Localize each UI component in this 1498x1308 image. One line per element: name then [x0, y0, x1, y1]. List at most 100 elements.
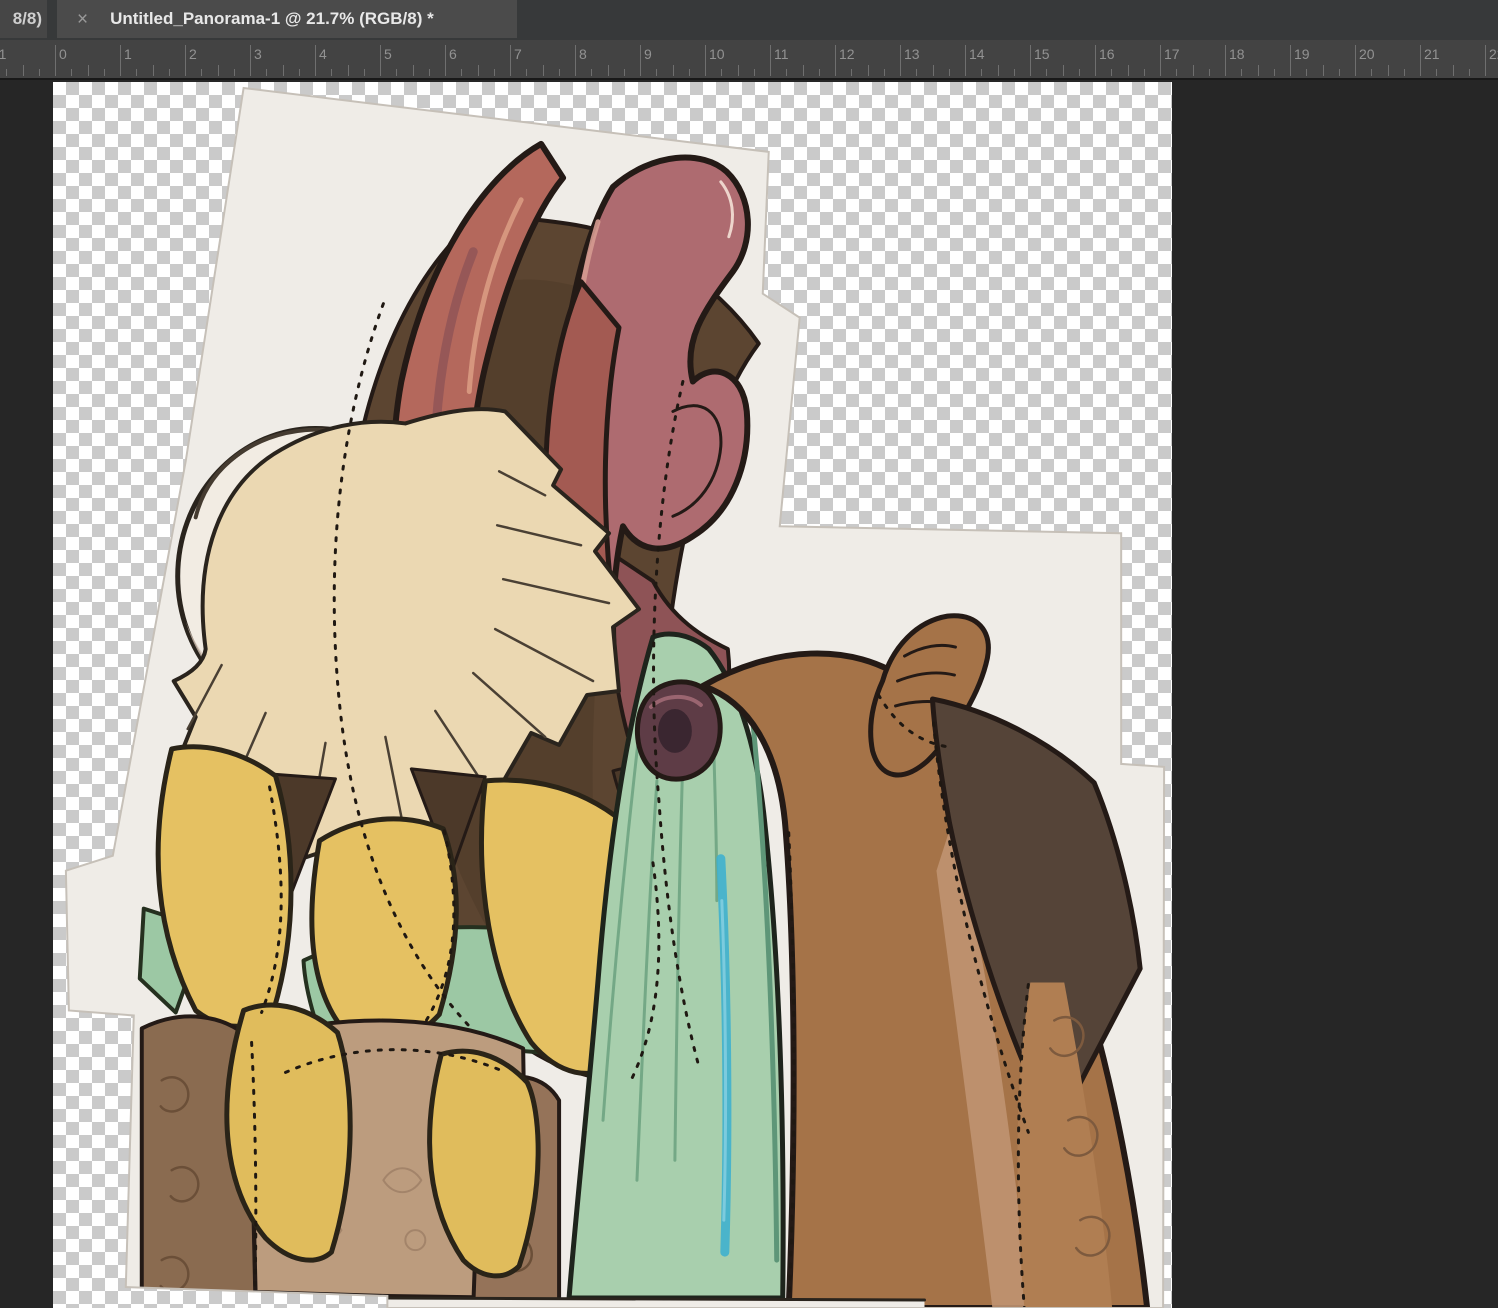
ruler-tick [315, 45, 316, 76]
panorama-artwork[interactable] [53, 82, 1172, 1308]
ruler-label: 15 [1034, 46, 1050, 62]
ruler-tick [1306, 69, 1307, 76]
ruler-label: 11 [774, 46, 789, 62]
ruler-tick [1323, 65, 1324, 76]
ruler-tick [1046, 69, 1047, 76]
ruler-tick [478, 65, 479, 76]
ruler-tick [689, 69, 690, 76]
ruler-tick [136, 69, 137, 76]
ruler-tick [299, 69, 300, 76]
ruler-tick [1469, 69, 1470, 76]
ruler-tick [364, 69, 365, 76]
canvas-area[interactable] [0, 82, 1498, 1308]
ruler-tick [673, 65, 674, 76]
ruler-tick [104, 69, 105, 76]
document-tab[interactable]: × Untitled_Panorama-1 @ 21.7% (RGB/8) * [57, 0, 517, 38]
ruler-tick [6, 69, 7, 76]
ruler-tick [510, 45, 511, 76]
ruler-tick [348, 65, 349, 76]
ruler-label: 10 [709, 46, 725, 62]
tab-bar: 8/8) × Untitled_Panorama-1 @ 21.7% (RGB/… [0, 0, 1498, 40]
ruler-tick [23, 65, 24, 76]
ruler-label: 14 [969, 46, 985, 62]
ruler-tick [1128, 65, 1129, 76]
ruler-label: 6 [449, 46, 457, 62]
ruler-tick [396, 69, 397, 76]
ruler-label: 1 [124, 46, 132, 62]
ruler-label: 19 [1294, 46, 1310, 62]
ruler-tick [656, 69, 657, 76]
ruler-tick [1209, 69, 1210, 76]
ruler-tick [526, 69, 527, 76]
ruler-tick [721, 69, 722, 76]
ruler-tick [71, 69, 72, 76]
ruler-label: 8 [579, 46, 587, 62]
ruler-tick [169, 69, 170, 76]
ruler-label: 13 [904, 46, 920, 62]
ruler-tick [591, 69, 592, 76]
ruler-tick [868, 65, 869, 76]
tab-title: Untitled_Panorama-1 @ 21.7% (RGB/8) * [110, 9, 434, 29]
ruler-tick [1014, 69, 1015, 76]
ruler-tick [1160, 45, 1161, 76]
ruler-tick [754, 69, 755, 76]
document-canvas[interactable] [53, 82, 1172, 1308]
ruler-tick [1144, 69, 1145, 76]
ruler-tick [250, 45, 251, 76]
ruler-tick [39, 69, 40, 76]
ruler-tick [981, 69, 982, 76]
ruler-tick [803, 65, 804, 76]
ruler-label: 17 [1164, 46, 1180, 62]
ruler-tick [1436, 69, 1437, 76]
ruler-tick [1095, 45, 1096, 76]
ruler-tick [201, 69, 202, 76]
horn-base-loop [637, 682, 720, 779]
ruler-tick [331, 69, 332, 76]
ruler-tick [1241, 69, 1242, 76]
ruler-tick [185, 45, 186, 76]
ruler-tick [608, 65, 609, 76]
ruler-label: 5 [384, 46, 392, 62]
ruler-tick [1453, 65, 1454, 76]
ruler-tick [559, 69, 560, 76]
ruler-tick [575, 45, 576, 76]
ruler-tick [819, 69, 820, 76]
ruler-tick [1339, 69, 1340, 76]
ruler-tick [1404, 69, 1405, 76]
ruler-label: 9 [644, 46, 652, 62]
tab-close-icon[interactable]: × [77, 10, 88, 29]
ruler-tick [88, 65, 89, 76]
ruler-tick [234, 69, 235, 76]
ruler-tick [1274, 69, 1275, 76]
ruler-tick [624, 69, 625, 76]
ruler-tick [949, 69, 950, 76]
ruler-tick [705, 45, 706, 76]
ruler-tick [120, 45, 121, 76]
document-tab-partial[interactable]: 8/8) [0, 0, 47, 38]
ruler-tick [413, 65, 414, 76]
ruler-tick [283, 65, 284, 76]
ruler-tick [461, 69, 462, 76]
ruler-tick [1290, 45, 1291, 76]
ruler-tick [429, 69, 430, 76]
ruler-label: 22 [1489, 46, 1498, 62]
ruler-label: 0 [59, 46, 67, 62]
ruler-tick [1111, 69, 1112, 76]
ruler-tick [55, 45, 56, 76]
ruler-label: 21 [1424, 46, 1440, 62]
ruler-tick [916, 69, 917, 76]
ruler-tick [1225, 45, 1226, 76]
ruler-label: 2 [189, 46, 197, 62]
ruler-tick [900, 45, 901, 76]
ruler-tick [738, 65, 739, 76]
ruler-tick [965, 45, 966, 76]
ruler-tick [1193, 65, 1194, 76]
ruler-label: 3 [254, 46, 262, 62]
ruler-label: 7 [514, 46, 522, 62]
ruler-tick [543, 65, 544, 76]
ruler-tick [851, 69, 852, 76]
ruler-label: -1 [0, 46, 6, 62]
ruler-tick [1420, 45, 1421, 76]
ruler-tick [835, 45, 836, 76]
horizontal-ruler[interactable]: -1012345678910111213141516171819202122 [0, 40, 1498, 80]
